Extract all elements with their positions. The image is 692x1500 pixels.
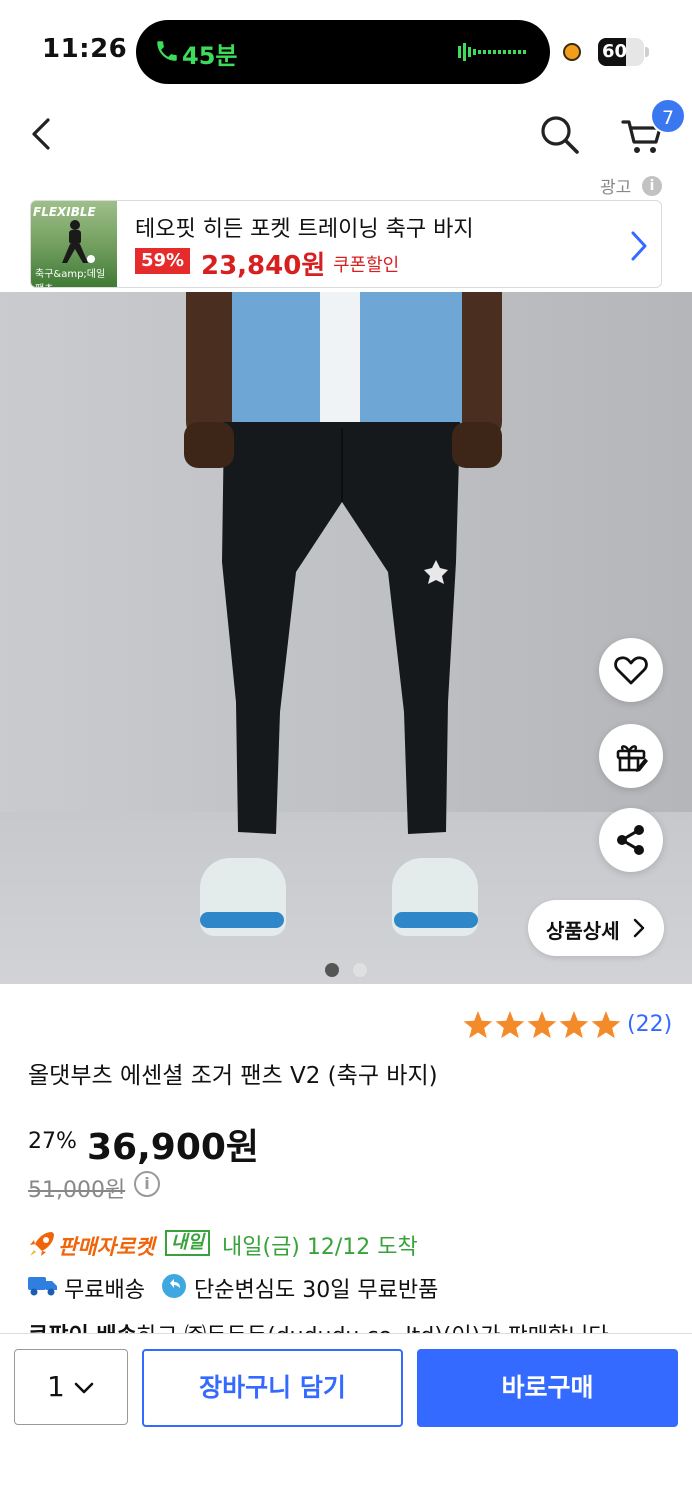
model-left-arm [186, 292, 236, 442]
free-shipping-label: 무료배송 [64, 1278, 145, 1303]
ad-price: 23,840원 [201, 251, 326, 281]
chevron-right-icon [633, 918, 645, 938]
ad-banner[interactable]: FLEXIBLE 축구&amp;데일 팬츠 테오핏 히든 포켓 트레이닝 축구 … [30, 200, 662, 288]
shirt-stripe [320, 292, 360, 432]
star-icon [495, 1011, 525, 1039]
ad-label: 광고 [600, 178, 632, 198]
info-icon[interactable]: i [642, 176, 662, 196]
ad-thumbnail: FLEXIBLE 축구&amp;데일 팬츠 [31, 201, 117, 287]
model-shirt [232, 292, 462, 432]
quantity-value: 1 [47, 1370, 65, 1403]
model-right-hand [452, 422, 502, 468]
return-icon [162, 1274, 186, 1298]
product-title: 올댓부츠 에센셜 조거 팬츠 V2 (축구 바지) [28, 1063, 438, 1089]
star-icon [463, 1011, 493, 1039]
seller-rocket-label: 판매자로켓 [58, 1235, 155, 1259]
battery-percent: 60 [602, 41, 628, 62]
star-icon [591, 1011, 621, 1039]
right-shoe-sole [394, 912, 478, 928]
gift-button[interactable] [599, 724, 663, 788]
info-icon[interactable]: i [134, 1171, 160, 1197]
jogger-pants-image [222, 422, 460, 834]
heart-icon [614, 656, 648, 685]
ad-thumbnail-sub: 축구&amp;데일 팬츠 [35, 269, 106, 287]
phone-icon [157, 41, 177, 61]
product-detail-label: 상품상세 [546, 919, 620, 943]
star-icon [527, 1011, 557, 1039]
star-icon [559, 1011, 589, 1039]
ad-thumbnail-title: FLEXIBLE [33, 205, 96, 219]
audio-waveform-icon [458, 43, 526, 61]
arrival-date: 내일(금) 12/12 도착 [222, 1235, 418, 1260]
left-shoe-sole [200, 912, 284, 928]
carousel-dot-active[interactable] [325, 963, 339, 977]
add-to-cart-button[interactable]: 장바구니 담기 [142, 1349, 403, 1427]
review-count[interactable]: (22) [627, 1012, 672, 1037]
product-image-carousel[interactable] [0, 292, 692, 984]
chevron-down-icon [74, 1382, 94, 1394]
tomorrow-badge: 내일 [165, 1230, 211, 1256]
share-icon [617, 825, 644, 855]
rocket-icon [30, 1232, 54, 1256]
ad-discount-badge: 59% [135, 248, 191, 274]
bottom-action-bar: 1 장바구니 담기 바로구매 [0, 1333, 692, 1500]
recording-indicator-icon [563, 43, 581, 61]
status-time: 11:26 [42, 34, 128, 64]
rating-stars[interactable] [462, 1010, 622, 1042]
battery-icon: 60 [598, 38, 644, 66]
discount-rate: 27% [28, 1129, 77, 1154]
original-price: 51,000원 [28, 1178, 126, 1203]
share-button[interactable] [599, 808, 663, 872]
ad-coupon-label: 쿠폰할인 [333, 255, 400, 276]
cart-count-badge: 7 [650, 98, 686, 134]
battery-tip [645, 47, 649, 57]
wishlist-button[interactable] [599, 638, 663, 702]
quantity-select[interactable]: 1 [14, 1349, 128, 1425]
dynamic-island-call[interactable]: 45분 [136, 20, 550, 84]
chevron-right-icon [631, 231, 647, 261]
truck-icon [28, 1277, 57, 1296]
back-arrow-icon[interactable] [22, 110, 66, 158]
sale-price: 36,900원 [87, 1127, 260, 1168]
ad-title: 테오핏 히든 포켓 트레이닝 축구 바지 [135, 217, 474, 242]
return-policy: 단순변심도 30일 무료반품 [194, 1278, 439, 1303]
model-left-hand [184, 422, 234, 468]
buy-now-button[interactable]: 바로구매 [417, 1349, 678, 1427]
status-bar: 11:26 45분 60 [0, 0, 692, 100]
player-silhouette-icon [62, 220, 95, 263]
seller-info: 쿠팡이 배송하고 ㈜두두두(dududu co.,ltd)(이)가 판매합니다 [28, 1318, 609, 1334]
search-icon[interactable] [536, 110, 582, 158]
call-duration: 45분 [182, 42, 238, 70]
product-detail-button[interactable]: 상품상세 [528, 900, 664, 956]
gift-icon [616, 745, 648, 772]
carousel-dot[interactable] [353, 963, 367, 977]
